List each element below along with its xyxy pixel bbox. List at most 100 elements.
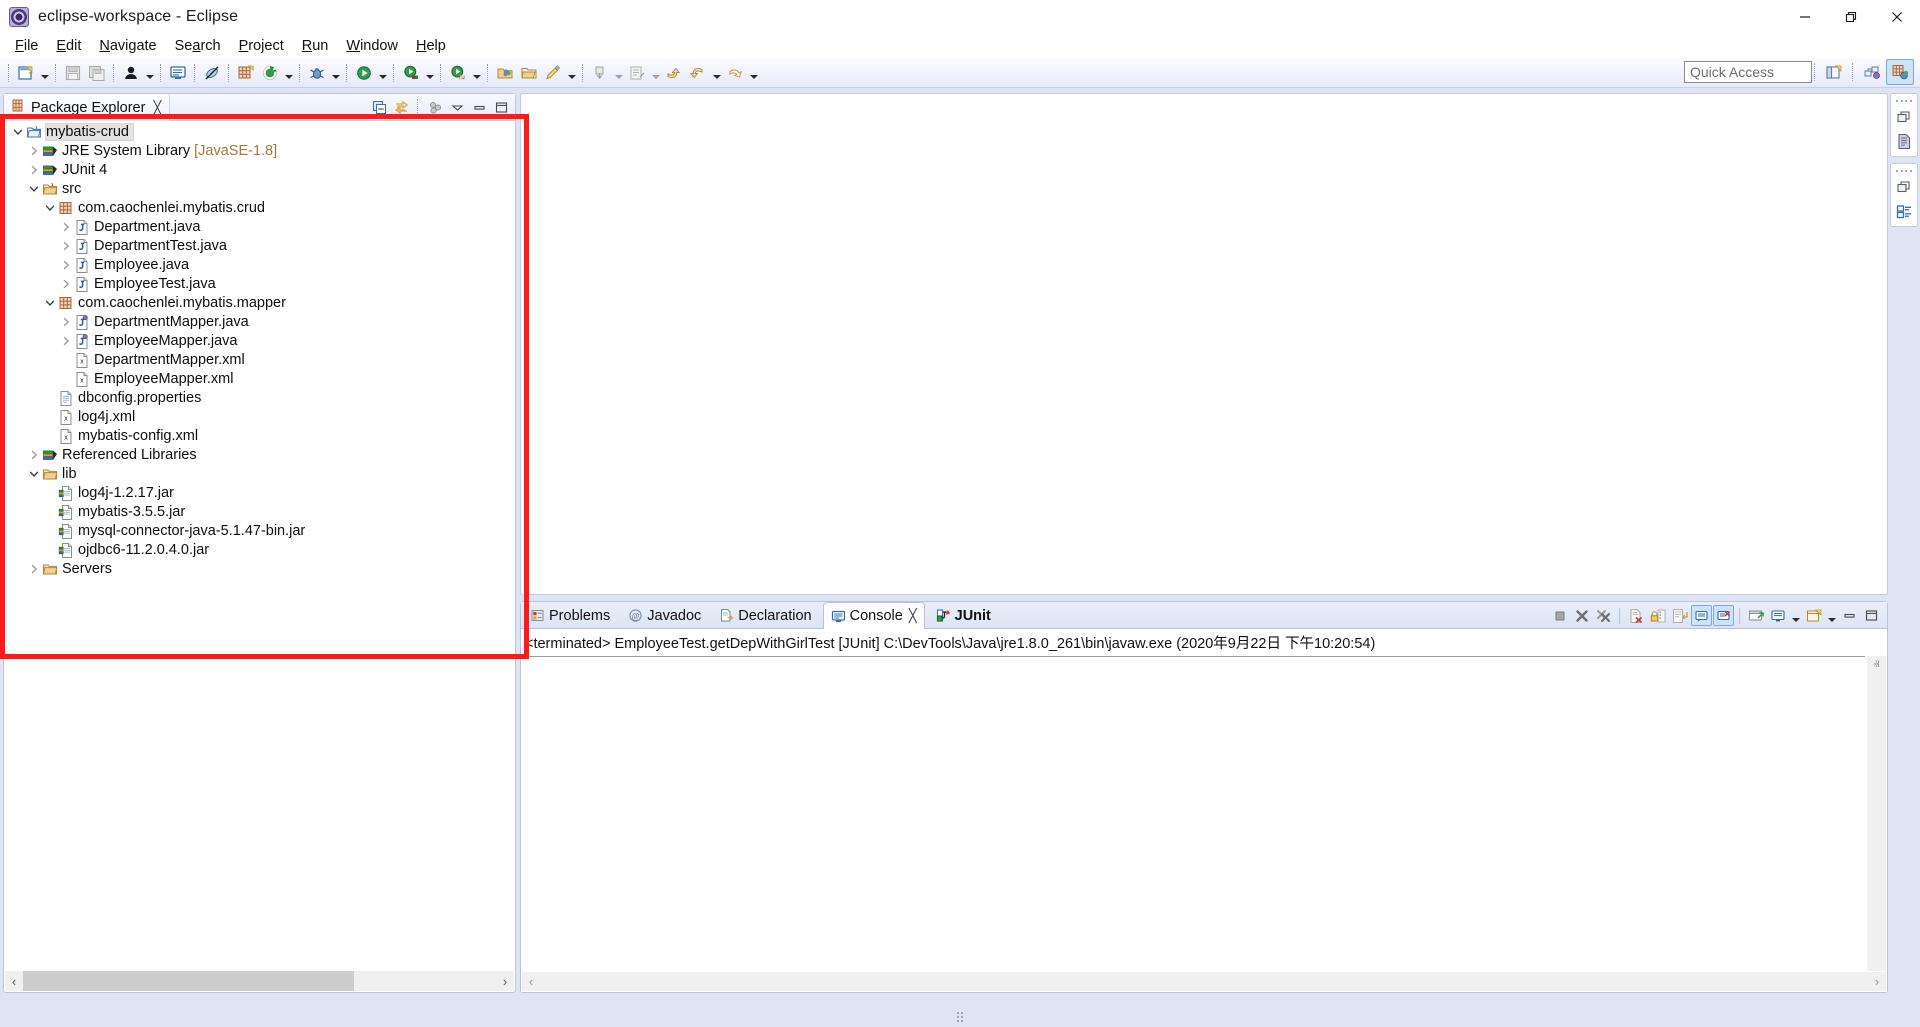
perspective-java-ee[interactable]: [1886, 59, 1914, 85]
tree-item[interactable]: lib: [4, 464, 515, 483]
view-menu-icon[interactable]: [447, 98, 467, 118]
close-icon[interactable]: ╳: [909, 608, 917, 624]
chevron-right-icon[interactable]: [27, 559, 41, 578]
next-edit-dropdown-arrow[interactable]: [649, 62, 662, 84]
tree-item[interactable]: mysql-connector-java-5.1.47-bin.jar: [4, 521, 515, 540]
forward2-dropdown-arrow[interactable]: [747, 62, 760, 84]
display-selected-console-icon[interactable]: [1767, 605, 1788, 626]
debug-dropdown-arrow[interactable]: [329, 62, 342, 84]
tree-item[interactable]: DepartmentTest.java: [4, 236, 515, 255]
clear-console-icon[interactable]: [1625, 605, 1646, 626]
minimize-icon[interactable]: [469, 98, 489, 118]
annotation-icon[interactable]: [541, 61, 565, 85]
fast-view-group-outline[interactable]: [1890, 93, 1918, 157]
scroll-left-arrow[interactable]: ‹: [5, 971, 23, 991]
tree-item[interactable]: ojdbc6-11.2.0.4.0.jar: [4, 540, 515, 559]
tab-console[interactable]: Console ╳: [823, 602, 925, 629]
word-wrap-icon[interactable]: [1669, 605, 1690, 626]
show-console-on-error-icon[interactable]: [1713, 605, 1734, 626]
toggle-console-icon[interactable]: [166, 61, 190, 85]
chevron-down-icon[interactable]: [11, 122, 25, 141]
tree-item[interactable]: log4j-1.2.17.jar: [4, 483, 515, 502]
chevron-right-icon[interactable]: [59, 274, 73, 293]
tree-item[interactable]: dbconfig.properties: [4, 388, 515, 407]
outline-view-icon[interactable]: [1893, 130, 1915, 152]
maximize-icon[interactable]: [1861, 605, 1882, 626]
chevron-down-icon[interactable]: [27, 464, 41, 483]
console-hscrollbar[interactable]: ‹ ›: [522, 972, 1886, 991]
link-with-editor-icon[interactable]: [391, 98, 411, 118]
chevron-right-icon[interactable]: [27, 445, 41, 464]
forward2-icon[interactable]: [723, 61, 747, 85]
menu-edit[interactable]: Edit: [47, 36, 90, 56]
maximize-button[interactable]: [1828, 0, 1874, 34]
run-icon[interactable]: [352, 61, 376, 85]
scroll-lock-icon[interactable]: [1647, 605, 1668, 626]
tree-item[interactable]: mybatis-3.5.5.jar: [4, 502, 515, 521]
tab-package-explorer[interactable]: Package Explorer ╳: [4, 94, 170, 121]
close-button[interactable]: [1874, 0, 1920, 34]
new-wizard-icon[interactable]: [14, 61, 38, 85]
restore-icon[interactable]: [1893, 106, 1915, 128]
menu-navigate[interactable]: Navigate: [90, 36, 165, 56]
tree-item[interactable]: DepartmentMapper.java: [4, 312, 515, 331]
tab-javadoc[interactable]: @ Javadoc: [621, 602, 708, 629]
new-java-project-icon[interactable]: [493, 61, 517, 85]
menu-project[interactable]: Project: [230, 36, 293, 56]
debug-person-icon[interactable]: [119, 61, 143, 85]
forward-dropdown-arrow[interactable]: [710, 62, 723, 84]
quick-access-input[interactable]: Quick Access: [1684, 61, 1812, 83]
coverage-icon[interactable]: [399, 61, 423, 85]
tree-item[interactable]: JUnit 4: [4, 160, 515, 179]
run-as-dropdown-arrow[interactable]: [470, 62, 483, 84]
tab-junit[interactable]: JUnit: [929, 602, 998, 629]
tree-item[interactable]: com.caochenlei.mybatis.mapper: [4, 293, 515, 312]
tree-item[interactable]: x EmployeeMapper.xml: [4, 369, 515, 388]
fast-view-group-tasklist[interactable]: [1890, 163, 1918, 227]
tree-item[interactable]: EmployeeTest.java: [4, 274, 515, 293]
chevron-right-icon[interactable]: [59, 255, 73, 274]
annotation-dropdown-arrow[interactable]: [565, 62, 578, 84]
open-console-menu-icon[interactable]: [1825, 605, 1838, 627]
minimize-button[interactable]: [1782, 0, 1828, 34]
previous-annotation-icon[interactable]: [588, 61, 612, 85]
chevron-right-icon[interactable]: [27, 141, 41, 160]
run-as-icon[interactable]: [446, 61, 470, 85]
debug-icon[interactable]: [305, 61, 329, 85]
console-scroll-right-arrow[interactable]: ›: [1868, 974, 1886, 989]
tab-problems[interactable]: Problems: [523, 602, 617, 629]
new-java-package-icon[interactable]: [234, 61, 258, 85]
restore-icon[interactable]: [1893, 176, 1915, 198]
remove-all-terminated-icon[interactable]: [1593, 605, 1614, 626]
chevron-right-icon[interactable]: [59, 331, 73, 350]
open-perspective-icon[interactable]: [1820, 59, 1848, 85]
display-selected-console-menu-icon[interactable]: [1789, 605, 1802, 627]
tree-item[interactable]: x log4j.xml: [4, 407, 515, 426]
tree-item[interactable]: src: [4, 179, 515, 198]
console-scroll-left-arrow[interactable]: ‹: [522, 974, 540, 989]
tree-item[interactable]: Servers: [4, 559, 515, 578]
chevron-right-icon[interactable]: [59, 217, 73, 236]
tree-item[interactable]: com.caochenlei.mybatis.crud: [4, 198, 515, 217]
package-explorer-tree[interactable]: mybatis-crud JRE System Library [JavaSE-1…: [4, 122, 515, 970]
hscroll-thumb[interactable]: [23, 971, 354, 991]
chevron-down-icon[interactable]: [27, 179, 41, 198]
pin-console-icon[interactable]: [1745, 605, 1766, 626]
menu-search[interactable]: Search: [166, 36, 230, 56]
new-wizard-dropdown-arrow[interactable]: [38, 62, 51, 84]
previous-annotation-dropdown-arrow[interactable]: [612, 62, 625, 84]
external-tools-dropdown-arrow[interactable]: [282, 62, 295, 84]
tree-item[interactable]: JRE System Library [JavaSE-1.8]: [4, 141, 515, 160]
chevron-down-icon[interactable]: [43, 293, 57, 312]
forward-icon[interactable]: [686, 61, 710, 85]
coverage-dropdown-arrow[interactable]: [423, 62, 436, 84]
tab-declaration[interactable]: Declaration: [712, 602, 818, 629]
menu-window[interactable]: Window: [337, 36, 407, 56]
tree-item[interactable]: Department.java: [4, 217, 515, 236]
package-explorer-hscrollbar[interactable]: ‹ ›: [5, 971, 514, 991]
open-type-icon[interactable]: [517, 61, 541, 85]
menu-file[interactable]: File: [6, 36, 47, 56]
maximize-icon[interactable]: [491, 98, 511, 118]
console-vscrollbar[interactable]: ⱏ ⱟ: [1867, 656, 1886, 971]
resize-grip[interactable]: [957, 1012, 963, 1021]
